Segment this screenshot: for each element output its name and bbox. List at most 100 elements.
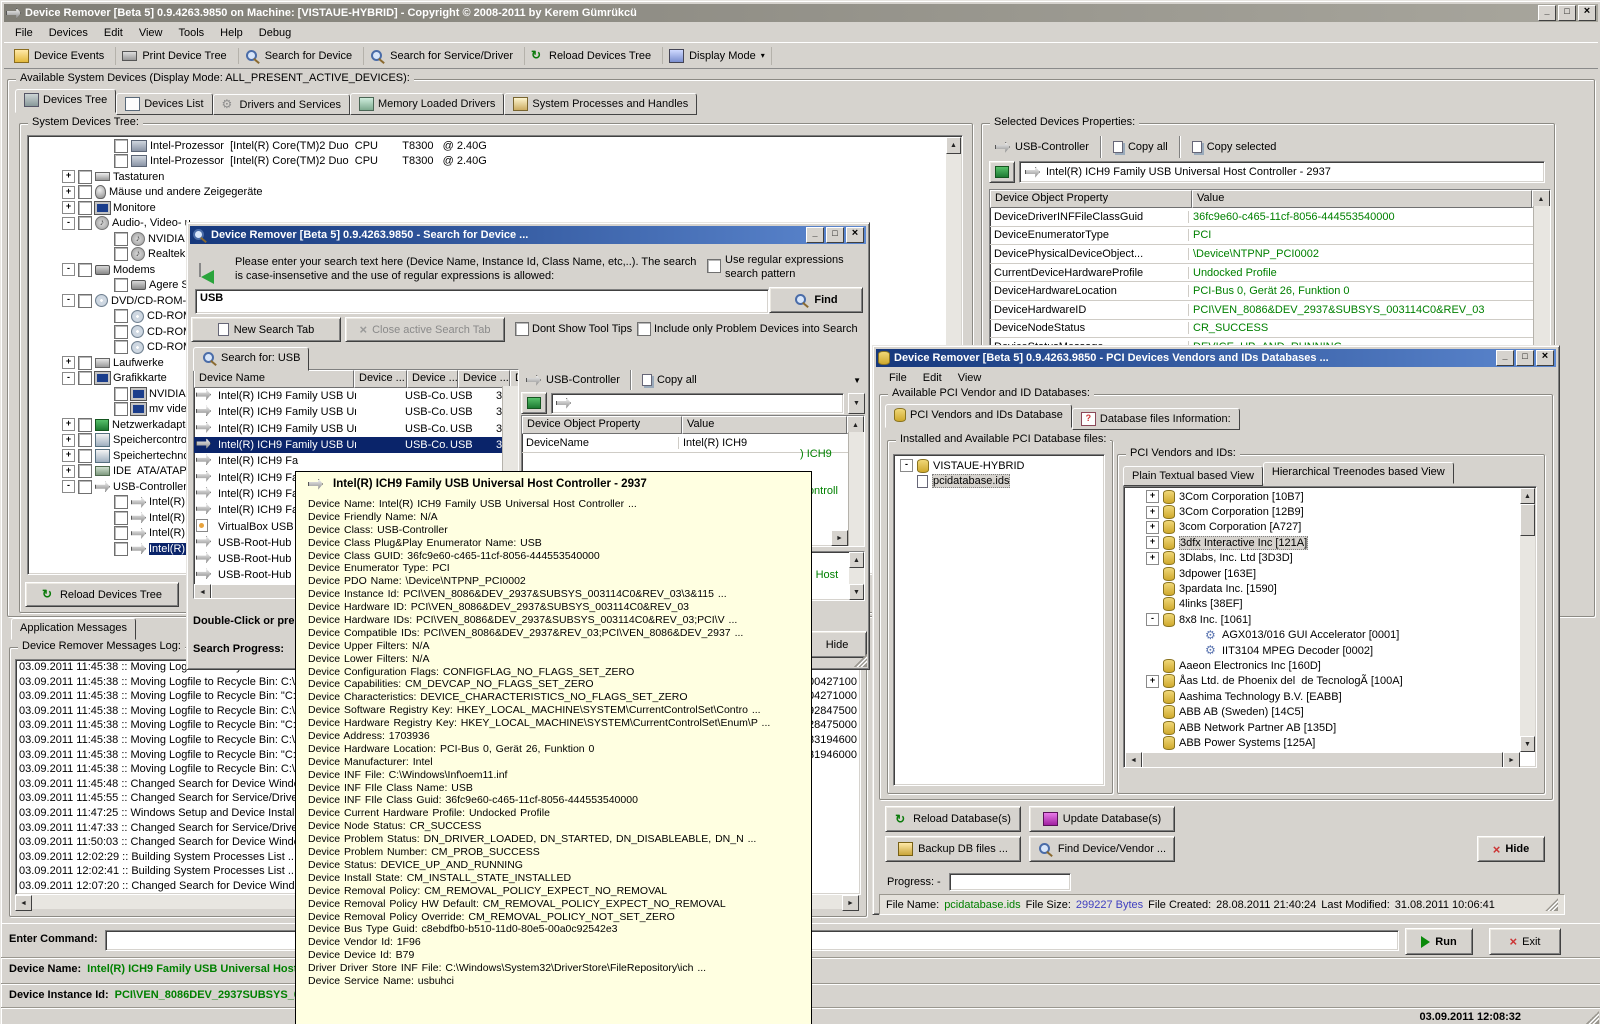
menu-item[interactable]: Help xyxy=(212,25,251,41)
tab-hierarchical-view[interactable]: Hierarchical Treenodes based View xyxy=(1263,462,1454,484)
menu-item[interactable]: Tools xyxy=(170,25,212,41)
column-header[interactable]: Device ... xyxy=(407,370,458,388)
pci-window-titlebar[interactable]: Device Remover [Beta 5] 0.9.4263.9850 - … xyxy=(876,349,1556,367)
tree-item[interactable]: + Tastaturen xyxy=(28,169,962,185)
expand-toggle-icon[interactable]: - xyxy=(62,372,75,385)
expand-toggle-icon[interactable]: + xyxy=(1146,506,1159,519)
expand-toggle-icon[interactable]: - xyxy=(62,294,75,307)
menu-item[interactable]: Edit xyxy=(915,370,950,386)
exit-button[interactable]: Exit xyxy=(1489,928,1561,955)
device-view-tab[interactable]: Devices List xyxy=(116,93,212,115)
expand-toggle-icon[interactable]: + xyxy=(1146,490,1159,503)
expand-toggle-icon[interactable]: + xyxy=(62,434,75,447)
search-result-row[interactable]: Intel(R) ICH9 Family USB Univer ... USB-… xyxy=(194,388,518,404)
copy-all-button[interactable]: Copy all xyxy=(1107,139,1174,155)
vendor-item[interactable]: + 3dfx Interactive Inc [121A] xyxy=(1124,535,1536,550)
tree-item[interactable]: + Monitore xyxy=(28,200,962,216)
expand-toggle-icon[interactable]: - xyxy=(62,217,75,230)
toolbar-button[interactable]: Device Events xyxy=(8,47,116,65)
expand-toggle-icon[interactable]: + xyxy=(1146,521,1159,534)
checkbox[interactable] xyxy=(114,232,128,246)
expand-toggle-icon[interactable]: + xyxy=(62,465,75,478)
property-row[interactable]: DeviceHardwareID PCI\VEN_8086&DEV_2937&S… xyxy=(990,301,1550,320)
checkbox[interactable] xyxy=(114,526,128,540)
vendor-item[interactable]: + 3Dlabs, Inc. Ltd [3D3D] xyxy=(1124,551,1536,566)
menu-item[interactable]: Edit xyxy=(96,25,131,41)
reload-databases-button[interactable]: Reload Database(s) xyxy=(885,806,1021,832)
close-icon[interactable] xyxy=(1536,350,1554,366)
maximize-icon[interactable] xyxy=(1516,350,1534,366)
column-header-property[interactable]: Device Object Property xyxy=(522,416,682,434)
column-header-value[interactable]: Value xyxy=(1192,190,1532,208)
search-result-row[interactable]: Intel(R) ICH9 Family USB Univer ... USB-… xyxy=(194,421,518,437)
vendor-item[interactable]: ABB AB (Sweden) [14C5] xyxy=(1124,704,1536,719)
network-devices-button[interactable] xyxy=(989,161,1015,183)
tab-pci-vendors-db[interactable]: PCI Vendors and IDs Database xyxy=(885,404,1072,428)
menu-item[interactable]: Devices xyxy=(41,25,96,41)
close-icon[interactable] xyxy=(846,227,864,243)
db-file-item[interactable]: - VISTAUE-HYBRID xyxy=(894,458,1104,473)
network-devices-button[interactable] xyxy=(521,392,547,414)
search-input[interactable]: USB xyxy=(195,289,769,314)
checkbox[interactable] xyxy=(114,387,128,401)
search-dialog-titlebar[interactable]: Device Remover [Beta 5] 0.9.4263.9850 - … xyxy=(190,226,866,244)
expand-toggle-icon[interactable]: + xyxy=(62,449,75,462)
checkbox[interactable] xyxy=(78,464,92,478)
expand-toggle-icon[interactable]: - xyxy=(62,263,75,276)
vendor-item[interactable]: + 3Com Corporation [12B9] xyxy=(1124,504,1536,519)
copy-all-button[interactable]: Copy all xyxy=(637,373,702,387)
scroll-right-icon[interactable]: ► xyxy=(831,530,848,546)
expand-toggle-icon[interactable]: + xyxy=(1146,675,1159,688)
vendor-item[interactable]: IIT3104 MPEG Decoder [0002] xyxy=(1124,643,1536,658)
menu-item[interactable]: File xyxy=(881,370,915,386)
checkbox[interactable] xyxy=(114,495,128,509)
property-row[interactable]: DevicePhysicalDeviceObject... \Device\NT… xyxy=(990,245,1550,264)
device-view-tab[interactable]: Memory Loaded Drivers xyxy=(350,93,504,115)
checkbox[interactable] xyxy=(78,371,92,385)
maximize-icon[interactable] xyxy=(826,227,844,243)
tree-item[interactable]: Intel-Prozessor [Intel(R) Core(TM)2 Duo … xyxy=(28,154,962,170)
search-result-row[interactable]: Intel(R) ICH9 Family USB Univer ... USB-… xyxy=(194,404,518,420)
property-row[interactable]: CurrentDeviceHardwareProfile Undocked Pr… xyxy=(990,264,1550,283)
checkbox[interactable] xyxy=(114,511,128,525)
checkbox[interactable] xyxy=(114,247,128,261)
checkbox[interactable] xyxy=(78,480,92,494)
dont-show-tooltips-checkbox[interactable] xyxy=(515,322,529,336)
property-row[interactable]: DeviceDriverINFFileClassGuid 36fc9e60-c4… xyxy=(990,208,1550,227)
device-view-tab[interactable]: Devices Tree xyxy=(15,89,116,113)
toolbar-button[interactable]: Display Mode ▾ xyxy=(663,47,772,65)
db-file-item[interactable]: pcidatabase.ids xyxy=(894,473,1104,488)
checkbox[interactable] xyxy=(78,170,92,184)
vendor-item[interactable]: Aaeon Electronics Inc [160D] xyxy=(1124,658,1536,673)
hide-button[interactable]: Hide xyxy=(1477,836,1545,862)
messages-tab[interactable]: Application Messages xyxy=(11,618,136,640)
vendor-vertical-scrollbar[interactable]: ▲▼ xyxy=(1520,488,1535,752)
expand-toggle-icon[interactable]: + xyxy=(62,356,75,369)
resize-grip[interactable] xyxy=(854,654,867,667)
combo-dropdown-icon[interactable]: ▼ xyxy=(848,393,865,414)
vendor-item[interactable]: 3dpower [163E] xyxy=(1124,566,1536,581)
column-header[interactable]: Device ... xyxy=(354,370,407,388)
device-combo[interactable] xyxy=(551,393,844,414)
checkbox[interactable] xyxy=(114,309,128,323)
vertical-scrollbar[interactable]: ▲▼ xyxy=(849,552,864,600)
column-header-property[interactable]: Device Object Property xyxy=(990,190,1192,208)
vendor-item[interactable]: - 8x8 Inc. [1061] xyxy=(1124,612,1536,627)
property-row[interactable]: DeviceEnumeratorType PCI xyxy=(990,227,1550,246)
minimize-icon[interactable] xyxy=(1496,350,1514,366)
device-class-button[interactable]: USB-Controller xyxy=(989,139,1095,155)
expand-toggle-icon[interactable]: - xyxy=(1146,613,1159,626)
checkbox[interactable] xyxy=(78,216,92,230)
tree-item[interactable]: + Mäuse und andere Zeigegeräte xyxy=(28,185,962,201)
expand-toggle-icon[interactable]: + xyxy=(1146,536,1159,549)
property-row[interactable]: DeviceNodeStatus CR_SUCCESS xyxy=(990,320,1550,339)
expand-toggle-icon[interactable]: + xyxy=(1146,552,1159,565)
dropdown-arrow-icon[interactable]: ▼ xyxy=(853,376,865,385)
toolbar-button[interactable]: Print Device Tree xyxy=(116,48,238,64)
copy-selected-button[interactable]: Copy selected xyxy=(1186,139,1283,155)
vendor-item[interactable]: 3pardata Inc. [1590] xyxy=(1124,581,1536,596)
menu-item[interactable]: View xyxy=(131,25,171,41)
problem-devices-checkbox[interactable] xyxy=(637,322,651,336)
expand-toggle-icon[interactable]: + xyxy=(62,418,75,431)
expand-toggle-icon[interactable]: + xyxy=(62,201,75,214)
